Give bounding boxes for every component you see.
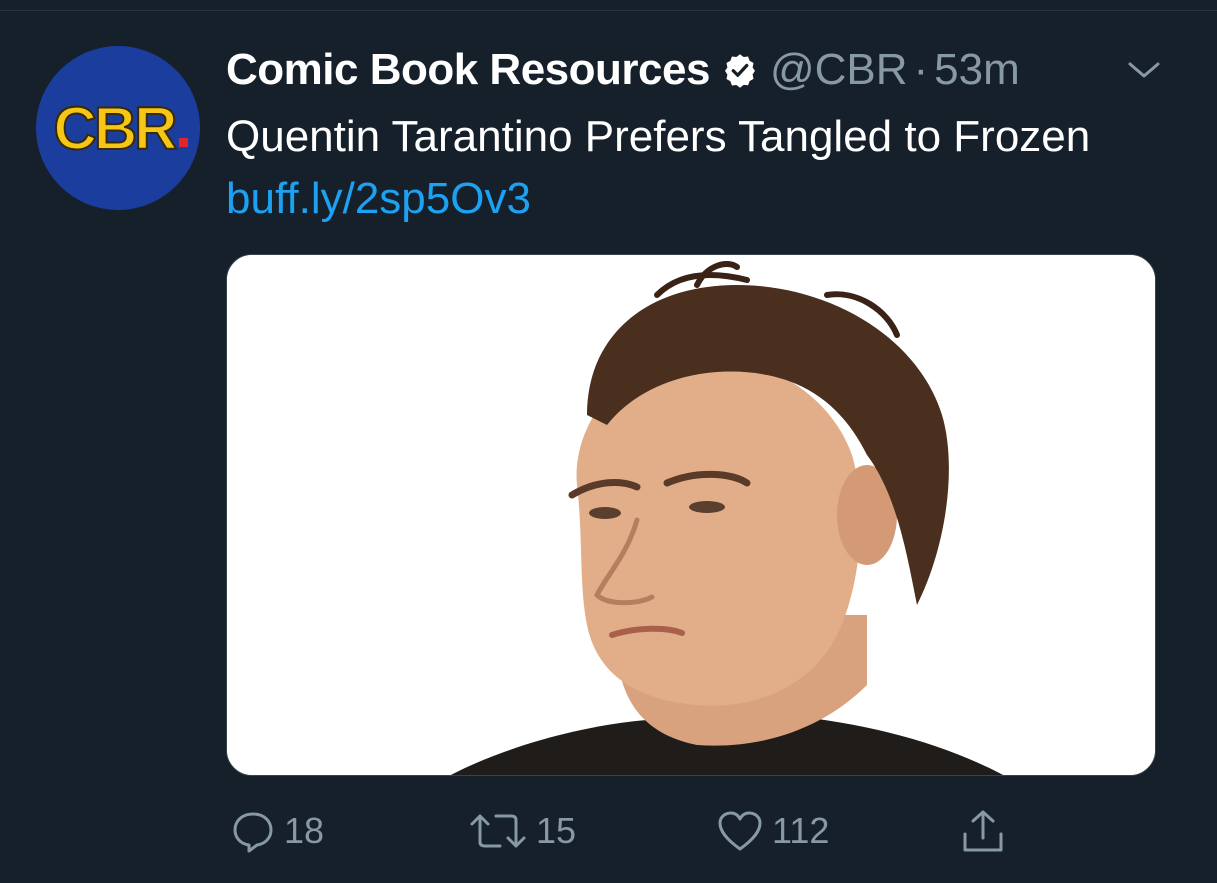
- retweet-icon: [468, 808, 528, 854]
- reply-icon: [230, 808, 276, 854]
- chevron-down-icon[interactable]: [1126, 56, 1162, 84]
- retweet-button[interactable]: 15: [468, 806, 576, 856]
- tweet-actions: 18 15 112: [226, 806, 1156, 856]
- timestamp[interactable]: 53m: [934, 45, 1020, 95]
- handle[interactable]: @CBR: [770, 45, 908, 95]
- heart-icon: [716, 808, 764, 854]
- reply-count: 18: [284, 810, 325, 851]
- tweet-link[interactable]: buff.ly/2sp5Ov3: [226, 174, 531, 223]
- tweet-body: Quentin Tarantino Prefers Tangled to Fro…: [226, 112, 1091, 161]
- like-count: 112: [772, 810, 830, 851]
- tweet[interactable]: CBR Comic Book Resources @CBR · 53m Quen…: [0, 0, 1217, 883]
- avatar[interactable]: CBR: [36, 46, 200, 210]
- tweet-text: Quentin Tarantino Prefers Tangled to Fro…: [226, 106, 1106, 230]
- tweet-media-image[interactable]: [226, 254, 1156, 776]
- share-icon: [958, 808, 1008, 854]
- reply-button[interactable]: 18: [230, 806, 324, 856]
- tweet-header: Comic Book Resources @CBR · 53m: [226, 40, 1020, 100]
- portrait-image: [227, 255, 1155, 775]
- like-button[interactable]: 112: [716, 806, 829, 856]
- retweet-count: 15: [536, 810, 577, 851]
- display-name[interactable]: Comic Book Resources: [226, 45, 710, 95]
- divider: [0, 10, 1217, 11]
- separator-dot: ·: [913, 45, 929, 94]
- share-button[interactable]: [958, 806, 1008, 856]
- verified-badge-icon: [722, 52, 758, 88]
- avatar-logo-text: CBR: [54, 95, 178, 162]
